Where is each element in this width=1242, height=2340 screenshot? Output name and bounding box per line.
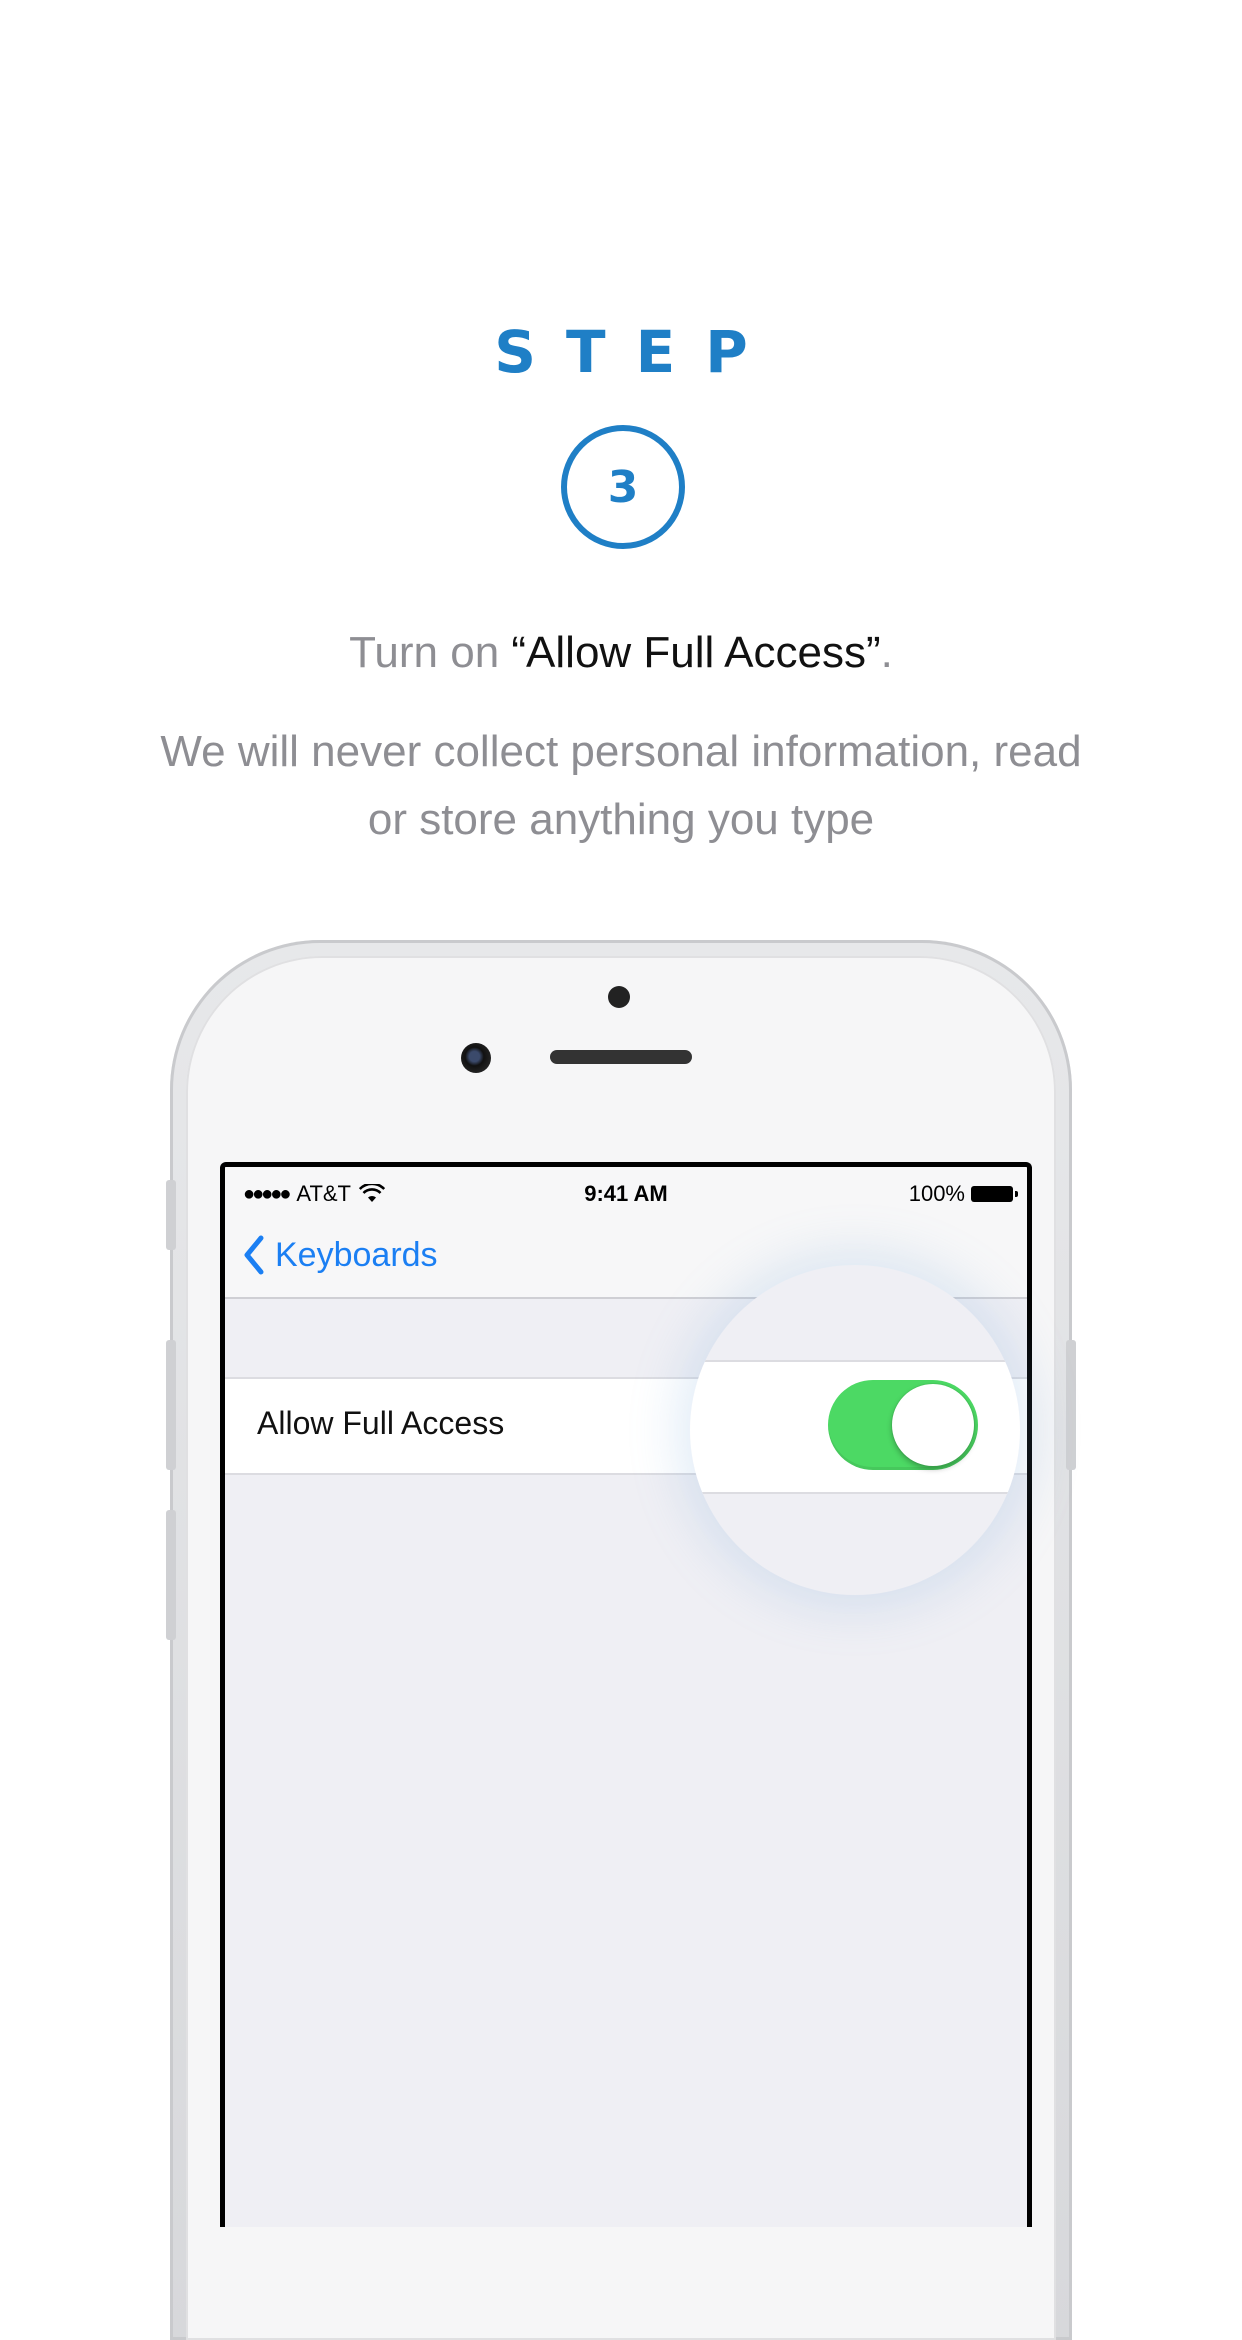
step-number-badge: 3 xyxy=(561,425,685,549)
chevron-left-icon xyxy=(244,1235,264,1275)
status-right: 100% xyxy=(908,1181,1018,1207)
status-bar: ●●●●● AT&T 9:41 AM 100% xyxy=(225,1167,1027,1217)
allow-full-access-label: Allow Full Access xyxy=(257,1405,505,1441)
status-time: 9:41 AM xyxy=(584,1181,668,1206)
battery-icon xyxy=(971,1186,1018,1202)
mute-switch xyxy=(166,1180,176,1250)
instruction-text: Turn on “Allow Full Access”. xyxy=(0,628,1242,678)
front-camera xyxy=(461,1043,491,1073)
step-title: STEP xyxy=(494,318,778,386)
allow-full-access-toggle[interactable] xyxy=(828,1380,978,1470)
power-button xyxy=(1066,1340,1076,1470)
instruction-suffix: . xyxy=(880,628,893,677)
toggle-magnifier xyxy=(690,1265,1020,1595)
battery-percent: 100% xyxy=(908,1181,965,1206)
back-button[interactable]: Keyboards xyxy=(243,1235,438,1275)
instruction-emphasis: “Allow Full Access” xyxy=(511,628,881,677)
instruction-prefix: Turn on xyxy=(349,628,512,677)
toggle-knob[interactable] xyxy=(892,1384,974,1466)
back-button-label: Keyboards xyxy=(275,1235,438,1274)
earpiece-speaker xyxy=(550,1050,692,1064)
volume-down-button xyxy=(166,1510,176,1640)
privacy-note: We will never collect personal informati… xyxy=(160,727,1082,844)
volume-up-button xyxy=(166,1340,176,1470)
step-number: 3 xyxy=(607,461,639,513)
proximity-sensor xyxy=(608,986,630,1008)
